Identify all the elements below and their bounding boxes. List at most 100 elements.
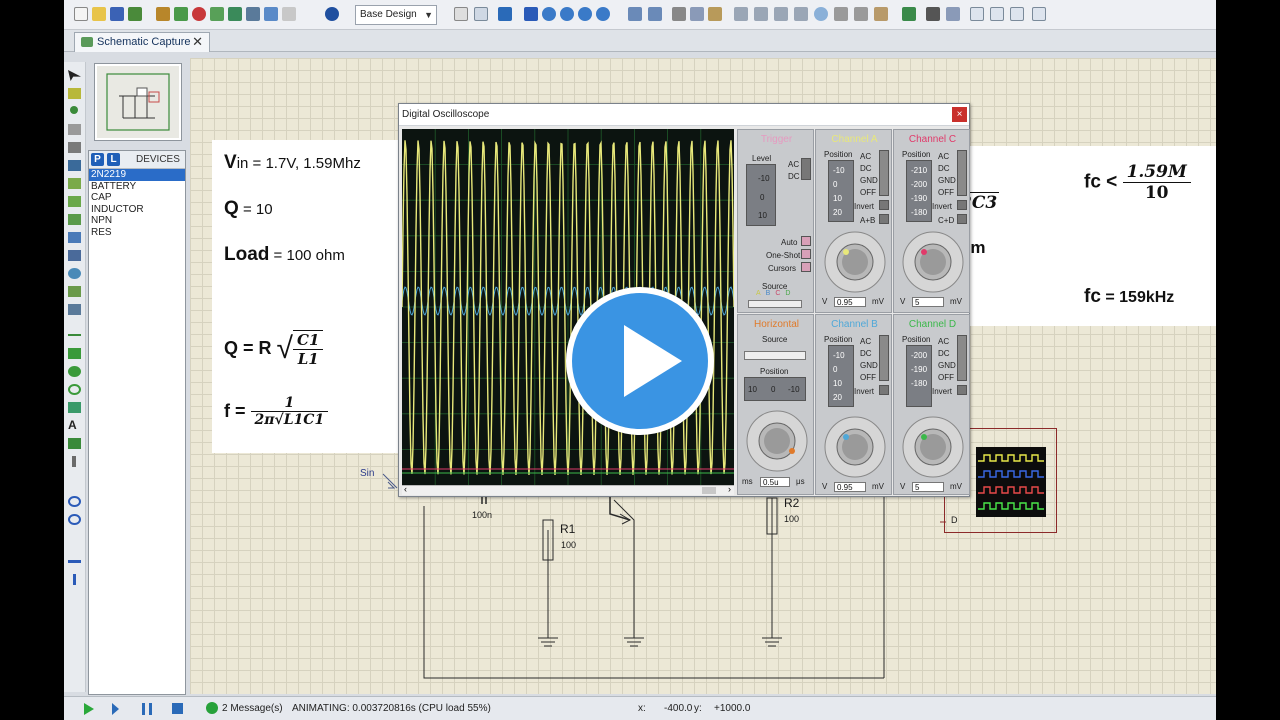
trigger-auto-button[interactable]	[801, 236, 811, 246]
cut-icon[interactable]	[672, 7, 686, 21]
trigger-oneshot-button[interactable]	[801, 249, 811, 259]
channel_c-combine-button[interactable]	[957, 214, 967, 224]
box-icon[interactable]	[68, 348, 81, 359]
circle-icon[interactable]	[68, 366, 81, 377]
wire-autorouter-icon[interactable]	[902, 7, 916, 21]
home-icon[interactable]	[156, 7, 170, 21]
zoom-area-icon[interactable]	[596, 7, 610, 21]
digital-oscilloscope-window[interactable]: Digital Oscilloscope × ‹ › Trigger Level…	[398, 103, 970, 497]
grid-icon[interactable]	[474, 7, 488, 21]
refresh-icon[interactable]	[454, 7, 468, 21]
channel_d-coupling-switch[interactable]	[957, 335, 967, 381]
buses-icon[interactable]	[68, 160, 81, 171]
overview-preview[interactable]	[94, 63, 182, 141]
channel_c-invert-button[interactable]	[957, 200, 967, 210]
block-copy-icon[interactable]	[734, 7, 748, 21]
scroll-thumb[interactable]	[702, 487, 716, 494]
symbol-icon[interactable]	[68, 438, 81, 449]
stop-simulation-icon[interactable]	[172, 703, 183, 714]
bom-icon[interactable]	[246, 7, 260, 21]
timebase-knob[interactable]	[742, 407, 812, 473]
channel_a-combine-button[interactable]	[879, 214, 889, 224]
channel_a-invert-button[interactable]	[879, 200, 889, 210]
channel_b-invert-button[interactable]	[879, 385, 889, 395]
property-tool-icon[interactable]	[946, 7, 960, 21]
3d-view-icon[interactable]	[210, 7, 224, 21]
tab-schematic-capture[interactable]: Schematic Capture ✕	[74, 32, 210, 52]
help-icon[interactable]	[325, 7, 339, 21]
rotate-cw-icon[interactable]	[68, 496, 81, 507]
subcircuit-icon[interactable]	[68, 178, 81, 189]
schematic-icon[interactable]	[174, 7, 188, 21]
new-sheet-icon[interactable]	[970, 7, 984, 21]
source-code-icon[interactable]	[264, 7, 278, 21]
mirror-y-icon[interactable]	[73, 574, 76, 585]
channel_d-invert-button[interactable]	[957, 385, 967, 395]
path-icon[interactable]	[68, 402, 81, 413]
packaging-icon[interactable]	[854, 7, 868, 21]
paste-icon[interactable]	[708, 7, 722, 21]
channel_b-coupling-switch[interactable]	[879, 335, 889, 381]
text-script-icon[interactable]	[68, 142, 81, 153]
device-pins-icon[interactable]	[68, 214, 81, 225]
search-tag-icon[interactable]	[926, 7, 940, 21]
pcb-icon[interactable]	[192, 7, 206, 21]
trigger-cursors-button[interactable]	[801, 262, 811, 272]
channel_c-volts-knob[interactable]	[898, 228, 968, 294]
text-icon[interactable]: A	[68, 419, 81, 431]
gerber-icon[interactable]	[228, 7, 242, 21]
design-select[interactable]: Base Design ▼	[355, 5, 437, 25]
junction-dot-icon[interactable]	[70, 106, 78, 114]
marker-icon[interactable]	[72, 456, 76, 467]
video-play-button[interactable]	[566, 287, 714, 435]
trigger-source-slider[interactable]	[748, 300, 802, 308]
line-icon[interactable]	[68, 334, 81, 336]
channel_c-coupling-switch[interactable]	[957, 150, 967, 196]
library-manager-button[interactable]: L	[107, 153, 120, 166]
redo-icon[interactable]	[648, 7, 662, 21]
zoom-out-icon[interactable]	[560, 7, 574, 21]
tape-recorder-icon[interactable]	[68, 250, 81, 261]
channel_d-volts-knob[interactable]	[898, 413, 968, 479]
device-item[interactable]: INDUCTOR	[89, 204, 185, 216]
wire-label-icon[interactable]	[68, 124, 81, 135]
channel_a-coupling-switch[interactable]	[879, 150, 889, 196]
channel_b-volts-knob[interactable]	[820, 413, 890, 479]
zoom-all-icon[interactable]	[578, 7, 592, 21]
save-icon[interactable]	[110, 7, 124, 21]
pause-simulation-icon[interactable]	[142, 703, 152, 715]
trigger-coupling-switch[interactable]	[801, 158, 811, 180]
horizontal-source-slider[interactable]	[744, 351, 806, 360]
undo-icon[interactable]	[628, 7, 642, 21]
scroll-right-icon[interactable]: ›	[728, 484, 731, 494]
oscilloscope-scrollbar[interactable]: ‹ ›	[402, 484, 734, 495]
source-d[interactable]: D	[785, 290, 795, 297]
block-move-icon[interactable]	[754, 7, 768, 21]
zoom-in-icon[interactable]	[542, 7, 556, 21]
rotate-ccw-icon[interactable]	[68, 514, 81, 525]
messages-count[interactable]: 2 Message(s)	[222, 703, 283, 714]
block-rotate-icon[interactable]	[774, 7, 788, 21]
pick-devices-button[interactable]: P	[91, 153, 104, 166]
make-device-icon[interactable]	[834, 7, 848, 21]
netlist-icon[interactable]	[1032, 7, 1046, 21]
graph-icon[interactable]	[68, 232, 81, 243]
component-mode-icon[interactable]	[68, 88, 81, 99]
block-delete-icon[interactable]	[794, 7, 808, 21]
device-item[interactable]: CAP	[89, 192, 185, 204]
pick-device-icon[interactable]	[814, 7, 828, 21]
device-item[interactable]: RES	[89, 227, 185, 239]
goto-sheet-icon[interactable]	[1010, 7, 1024, 21]
play-simulation-icon[interactable]	[84, 703, 94, 715]
step-simulation-icon[interactable]	[112, 703, 119, 715]
virtual-instruments-icon[interactable]	[68, 304, 81, 315]
mirror-x-icon[interactable]	[68, 560, 81, 563]
close-icon[interactable]: ✕	[192, 33, 203, 51]
open-folder-icon[interactable]	[92, 7, 106, 21]
scroll-left-icon[interactable]: ‹	[404, 484, 407, 494]
import-icon[interactable]	[128, 7, 142, 21]
device-item[interactable]: BATTERY	[89, 181, 185, 193]
source-a[interactable]: A	[756, 290, 766, 297]
close-button[interactable]: ×	[952, 107, 967, 122]
design-explorer-icon[interactable]	[282, 7, 296, 21]
